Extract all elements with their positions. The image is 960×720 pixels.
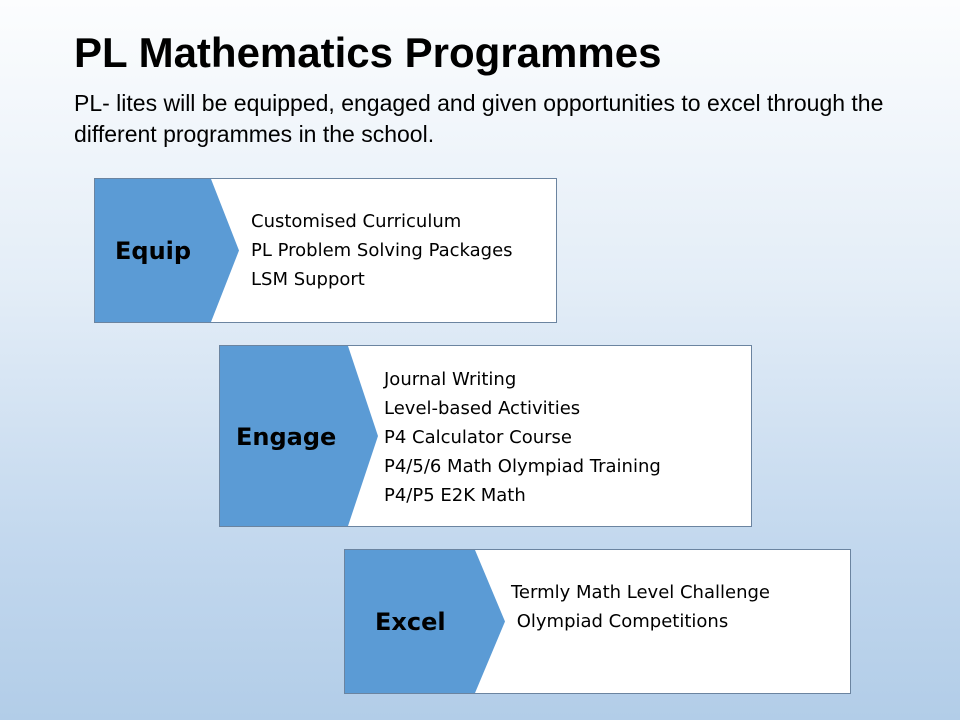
programme-items: Journal Writing Level-based Activities P… xyxy=(384,365,661,510)
programme-equip: Equip Customised Curriculum PL Problem S… xyxy=(94,178,557,323)
list-item: Termly Math Level Challenge xyxy=(511,582,770,603)
list-item: P4 Calculator Course xyxy=(384,427,572,448)
programme-items: Customised Curriculum PL Problem Solving… xyxy=(251,207,513,294)
programme-label: Excel xyxy=(375,608,446,636)
slide-subtitle: PL- lites will be equipped, engaged and … xyxy=(74,90,884,147)
list-item: P4/5/6 Math Olympiad Training xyxy=(384,456,661,477)
list-item: Olympiad Competitions xyxy=(511,611,729,632)
programme-label: Equip xyxy=(115,237,192,265)
programme-label: Engage xyxy=(236,423,337,451)
list-item: PL Problem Solving Packages xyxy=(251,240,513,261)
list-item: Journal Writing xyxy=(384,369,517,390)
programme-items: Termly Math Level Challenge Olympiad Com… xyxy=(511,578,770,636)
list-item: Customised Curriculum xyxy=(251,211,462,232)
slide-title: PL Mathematics Programmes xyxy=(74,29,662,76)
list-item: Level-based Activities xyxy=(384,398,581,419)
programme-engage: Engage Journal Writing Level-based Activ… xyxy=(219,345,752,527)
list-item: LSM Support xyxy=(251,269,365,290)
list-item: P4/P5 E2K Math xyxy=(384,485,526,506)
programme-excel: Excel Termly Math Level Challenge Olympi… xyxy=(344,549,851,694)
